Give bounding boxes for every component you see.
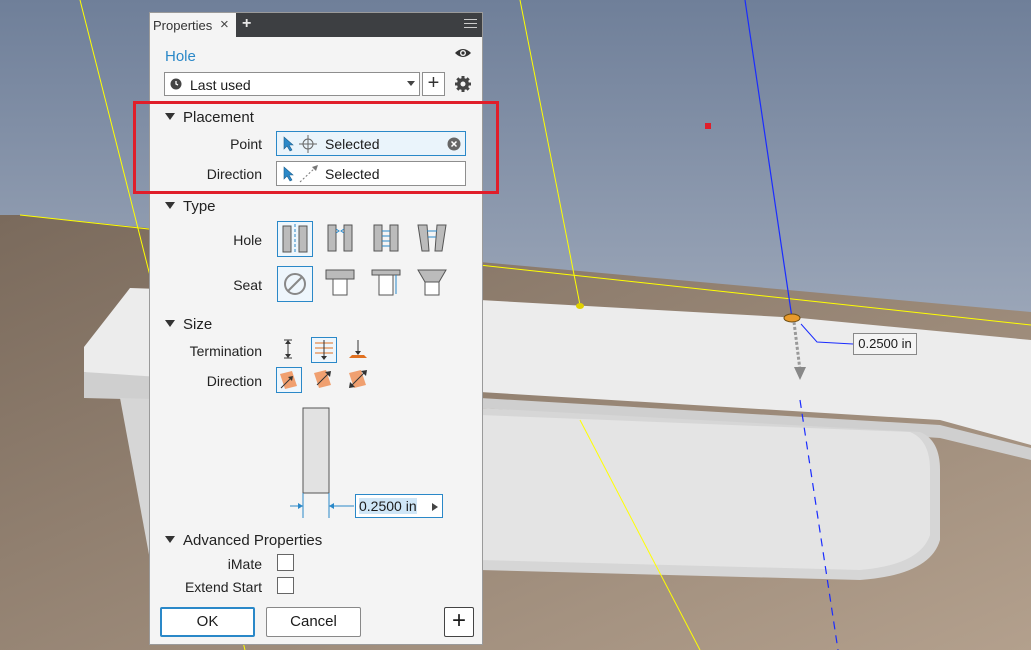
clock-icon — [170, 78, 182, 90]
diameter-callout[interactable]: 0.2500 in — [853, 333, 917, 355]
imate-label: iMate — [227, 556, 262, 572]
direction-flipped-button[interactable] — [311, 367, 337, 393]
panel-titlebar: Properties × + — [150, 13, 482, 37]
extend-start-label: Extend Start — [184, 579, 262, 595]
direction-symmetric-button[interactable] — [346, 367, 372, 393]
size-section-header[interactable]: Size — [165, 316, 212, 333]
tab-properties[interactable]: Properties × — [150, 13, 236, 37]
termination-label: Termination — [189, 343, 262, 359]
tab-label: Properties — [153, 18, 213, 33]
feature-title: Hole — [165, 48, 196, 65]
preset-dropdown[interactable]: Last used — [164, 72, 420, 96]
spotface-button[interactable] — [369, 266, 405, 302]
hole-diagram — [290, 407, 354, 518]
collapse-icon — [165, 201, 175, 209]
termination-through-all-button[interactable] — [311, 337, 337, 363]
clearance-hole-button[interactable] — [323, 221, 359, 257]
cancel-button[interactable]: Cancel — [266, 607, 361, 637]
diameter-value: 0.2500 in — [359, 498, 417, 514]
chevron-right-icon[interactable] — [432, 503, 438, 511]
size-heading: Size — [183, 316, 213, 333]
apply-plus-button[interactable]: + — [444, 607, 474, 637]
menu-icon[interactable] — [464, 19, 477, 31]
add-tab-icon[interactable]: + — [242, 15, 251, 33]
countersink-button[interactable] — [415, 266, 451, 302]
highlight-box — [133, 101, 499, 194]
hole-preview — [783, 313, 801, 323]
eye-icon[interactable] — [454, 47, 472, 59]
taper-tapped-hole-button[interactable] — [415, 221, 451, 257]
advanced-heading: Advanced Properties — [183, 532, 323, 549]
imate-checkbox[interactable] — [277, 554, 294, 571]
red-marker — [705, 123, 711, 129]
collapse-icon — [165, 535, 175, 543]
diameter-input[interactable]: 0.2500 in — [355, 494, 443, 518]
simple-hole-button[interactable] — [277, 221, 313, 257]
type-heading: Type — [183, 198, 216, 215]
termination-distance-button[interactable] — [276, 337, 302, 363]
close-icon[interactable]: × — [220, 16, 229, 33]
hole-type-label: Hole — [233, 232, 262, 248]
ok-button[interactable]: OK — [160, 607, 255, 637]
extend-start-checkbox[interactable] — [277, 577, 294, 594]
counterbore-button[interactable] — [323, 266, 359, 302]
collapse-icon — [165, 319, 175, 327]
sketch-point[interactable] — [576, 303, 584, 309]
tapped-hole-button[interactable] — [369, 221, 405, 257]
direction-default-button[interactable] — [276, 367, 302, 393]
gear-icon[interactable] — [454, 75, 472, 93]
chevron-down-icon — [407, 81, 415, 86]
termination-to-button[interactable] — [346, 337, 372, 363]
size-direction-label: Direction — [206, 373, 262, 389]
seat-label: Seat — [233, 277, 262, 293]
advanced-section-header[interactable]: Advanced Properties — [165, 532, 322, 549]
preset-value: Last used — [190, 77, 251, 93]
type-section-header[interactable]: Type — [165, 198, 216, 215]
no-seat-button[interactable] — [277, 266, 313, 302]
add-preset-button[interactable]: + — [422, 72, 445, 96]
